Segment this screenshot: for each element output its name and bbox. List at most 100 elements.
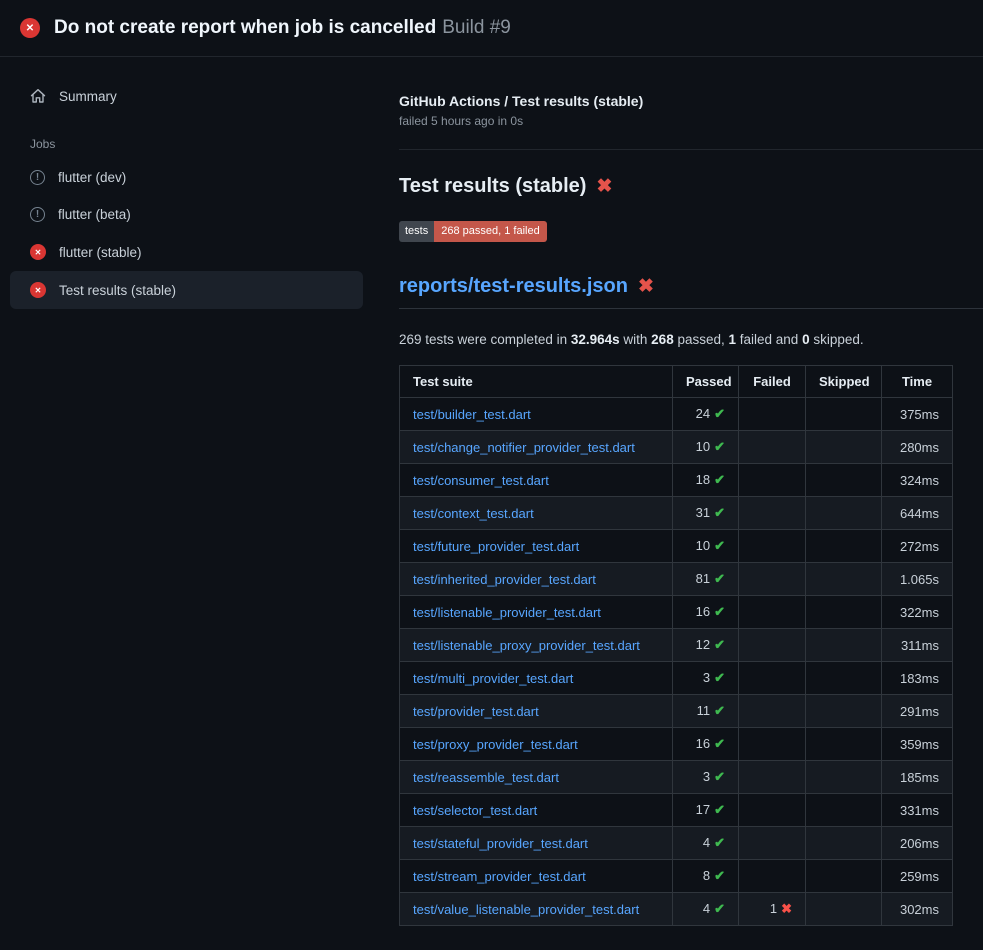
failed-cell: [739, 761, 806, 794]
failed-x-icon: ✕: [20, 18, 40, 38]
count-value: 4: [703, 835, 710, 850]
home-icon: [30, 88, 46, 104]
check-icon: ✔: [714, 901, 725, 916]
test-suite-link[interactable]: test/stream_provider_test.dart: [413, 869, 586, 884]
time-cell: 331ms: [882, 794, 953, 827]
test-suite-link[interactable]: test/inherited_provider_test.dart: [413, 572, 596, 587]
skipped-cell: [806, 596, 882, 629]
summary-value: 1: [729, 332, 737, 347]
test-suite-link[interactable]: test/context_test.dart: [413, 506, 534, 521]
test-suite-cell: test/change_notifier_provider_test.dart: [400, 431, 673, 464]
skipped-cell: [806, 761, 882, 794]
section-title: Test results (stable) ✖: [399, 175, 983, 198]
failed-cell: [739, 596, 806, 629]
test-suite-link[interactable]: test/selector_test.dart: [413, 803, 537, 818]
sidebar-item-test-results-stable[interactable]: ✕Test results (stable): [10, 271, 363, 309]
test-suite-link[interactable]: test/builder_test.dart: [413, 407, 531, 422]
summary-value: 0: [802, 332, 810, 347]
sidebar-item-summary[interactable]: Summary: [10, 79, 363, 113]
main-content: GitHub Actions / Test results (stable) f…: [375, 57, 983, 926]
sidebar-item-flutter-beta[interactable]: ! flutter (beta): [10, 196, 363, 233]
test-suite-link[interactable]: test/future_provider_test.dart: [413, 539, 579, 554]
run-title: Do not create report when job is cancell…: [54, 17, 436, 38]
test-suite-link[interactable]: test/reassemble_test.dart: [413, 770, 559, 785]
sidebar-item-flutter-dev[interactable]: !flutter (dev): [10, 159, 363, 196]
sidebar-item-label: flutter (beta): [58, 207, 131, 222]
skipped-cell: [806, 431, 882, 464]
check-icon: ✔: [714, 703, 725, 718]
summary-text: failed and: [736, 332, 802, 347]
time-cell: 302ms: [882, 893, 953, 926]
test-suite-link[interactable]: test/stateful_provider_test.dart: [413, 836, 588, 851]
passed-cell: 8✔: [673, 860, 739, 893]
time-cell: 322ms: [882, 596, 953, 629]
badge-value: 268 passed, 1 failed: [434, 221, 546, 242]
failed-cell: [739, 464, 806, 497]
check-icon: ✔: [714, 769, 725, 784]
failed-cell: [739, 860, 806, 893]
time-cell: 375ms: [882, 398, 953, 431]
test-suite-link[interactable]: test/listenable_proxy_provider_test.dart: [413, 638, 640, 653]
time-cell: 206ms: [882, 827, 953, 860]
table-row: test/reassemble_test.dart 3✔ 185ms: [400, 761, 953, 794]
table-row: test/change_notifier_provider_test.dart 1…: [400, 431, 953, 464]
passed-cell: 10✔: [673, 530, 739, 563]
passed-cell: 16✔: [673, 596, 739, 629]
skipped-cell: [806, 893, 882, 926]
sidebar: Summary Jobs !flutter (dev)!flutter (bet…: [0, 57, 375, 309]
time-cell: 259ms: [882, 860, 953, 893]
skipped-cell: [806, 794, 882, 827]
count-value: 8: [703, 868, 710, 883]
count-value: 31: [696, 505, 710, 520]
summary-value: 268: [651, 332, 674, 347]
failed-cell: [739, 530, 806, 563]
neutral-status-icon: !: [30, 207, 45, 222]
tests-badge: tests 268 passed, 1 failed: [399, 221, 547, 242]
passed-cell: 17✔: [673, 794, 739, 827]
count-value: 11: [697, 703, 711, 718]
test-suite-link[interactable]: test/multi_provider_test.dart: [413, 671, 573, 686]
failed-cell: [739, 431, 806, 464]
test-suite-cell: test/listenable_proxy_provider_test.dart: [400, 629, 673, 662]
divider: [399, 149, 983, 150]
skipped-cell: [806, 563, 882, 596]
test-suite-cell: test/reassemble_test.dart: [400, 761, 673, 794]
test-suite-link[interactable]: test/listenable_provider_test.dart: [413, 605, 601, 620]
column-header-time: Time: [882, 366, 953, 398]
test-suite-cell: test/future_provider_test.dart: [400, 530, 673, 563]
time-cell: 311ms: [882, 629, 953, 662]
column-header-skipped: Skipped: [806, 366, 882, 398]
table-row: test/context_test.dart31✔644ms: [400, 497, 953, 530]
skipped-cell: [806, 662, 882, 695]
test-suite-link[interactable]: test/proxy_provider_test.dart: [413, 737, 578, 752]
check-icon: ✔: [714, 406, 725, 421]
count-value: 4: [703, 901, 710, 916]
count-value: 10: [696, 439, 710, 454]
sidebar-item-flutter-stable[interactable]: ✕flutter (stable): [10, 233, 363, 271]
report-file-link[interactable]: reports/test-results.json: [399, 275, 628, 298]
count-value: 17: [696, 802, 710, 817]
passed-cell: 3✔: [673, 761, 739, 794]
time-cell: 185ms: [882, 761, 953, 794]
skipped-cell: [806, 497, 882, 530]
time-cell: 272ms: [882, 530, 953, 563]
passed-cell: 24✔: [673, 398, 739, 431]
test-suite-link[interactable]: test/value_listenable_provider_test.dart: [413, 902, 639, 917]
count-value: 81: [696, 571, 710, 586]
passed-cell: 10✔: [673, 431, 739, 464]
test-suite-cell: test/value_listenable_provider_test.dart: [400, 893, 673, 926]
time-cell: 280ms: [882, 431, 953, 464]
check-icon: ✔: [714, 736, 725, 751]
test-suite-cell: test/multi_provider_test.dart: [400, 662, 673, 695]
test-suite-link[interactable]: test/change_notifier_provider_test.dart: [413, 440, 635, 455]
neutral-status-icon: !: [30, 170, 45, 185]
check-icon: ✔: [714, 868, 725, 883]
run-header: ✕ Do not create report when job is cance…: [0, 0, 983, 57]
failed-x-icon: ✖: [781, 901, 792, 916]
test-suite-link[interactable]: test/consumer_test.dart: [413, 473, 549, 488]
failed-x-icon: ✕: [30, 282, 46, 298]
time-cell: 644ms: [882, 497, 953, 530]
summary-text: with: [620, 332, 652, 347]
failed-cell: [739, 629, 806, 662]
test-suite-link[interactable]: test/provider_test.dart: [413, 704, 539, 719]
